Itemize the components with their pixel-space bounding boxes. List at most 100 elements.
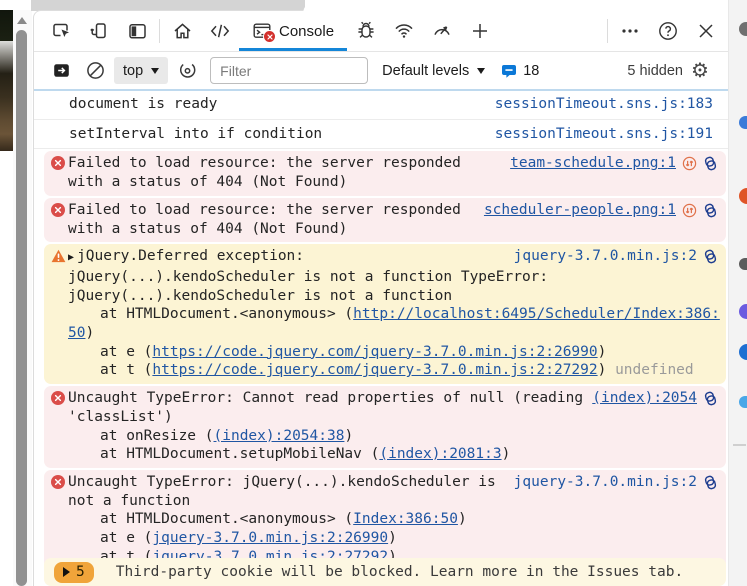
explain-in-copilot-icon[interactable]: [703, 203, 718, 218]
source-link[interactable]: (index):2054: [592, 389, 697, 408]
console-tab-label: Console: [279, 23, 334, 40]
panel-layout-button[interactable]: [118, 12, 156, 50]
console-rows: document is readysessionTimeout.sns.js:1…: [34, 90, 729, 570]
sidebar-icon-fragment: [739, 304, 747, 319]
stack-trace-link[interactable]: 50: [68, 325, 85, 341]
message-text: ): [344, 428, 353, 444]
message-text: not a function: [68, 493, 190, 509]
close-devtools-button[interactable]: [687, 12, 725, 50]
source-link[interactable]: sessionTimeout.sns.js:183: [495, 95, 713, 114]
clear-console-button[interactable]: [78, 54, 112, 88]
message-text: ): [598, 362, 615, 378]
open-in-network-icon[interactable]: [682, 156, 697, 171]
console-sidebar-toggle-button[interactable]: [44, 54, 78, 88]
message-line: 50): [68, 324, 718, 343]
message-text: Failed to load resource: the server resp…: [68, 202, 461, 218]
issues-counter[interactable]: 18: [501, 63, 539, 79]
message-text: Failed to load resource: the server resp…: [68, 155, 461, 171]
background-page-image: [0, 10, 13, 151]
source-link[interactable]: jquery-3.7.0.min.js:2: [514, 247, 697, 266]
console-error-badge: [263, 30, 276, 43]
devtools-panel: Console: [33, 10, 729, 586]
console-settings-button[interactable]: ⚙: [683, 54, 717, 88]
tab-performance[interactable]: [423, 12, 461, 50]
devtools-screenshot: Console: [0, 0, 747, 586]
collapsed-warnings-badge[interactable]: 5: [54, 562, 94, 583]
message-text: ): [458, 511, 467, 527]
filter-input[interactable]: [210, 57, 368, 84]
console-toolbar: top Default levels: [34, 52, 729, 91]
message-text: at e (: [100, 530, 152, 546]
message-text: with a status of 404 (Not Found): [68, 174, 347, 190]
message-text: jQuery(...).kendoScheduler is not a func…: [68, 288, 452, 304]
source-location: jquery-3.7.0.min.js:2: [514, 473, 718, 492]
devtools-tab-bar: Console: [34, 11, 729, 52]
tab-sources-elements[interactable]: [201, 12, 239, 50]
stack-trace-link[interactable]: jquery-3.7.0.min.js:2:26990: [152, 530, 388, 546]
console-error-message: team-schedule.png:1 Failed to load resour…: [44, 151, 726, 195]
message-text: undefined: [615, 362, 694, 378]
source-link[interactable]: sessionTimeout.sns.js:191: [495, 125, 713, 144]
tab-debugger[interactable]: [347, 12, 385, 50]
console-error-message: jquery-3.7.0.min.js:2Uncaught TypeError:…: [44, 470, 726, 571]
message-line: at e (https://code.jquery.com/jquery-3.7…: [68, 343, 718, 362]
hidden-messages-label: 5 hidden: [627, 63, 683, 79]
message-text: at HTMLDocument.setupMobileNav (: [100, 446, 379, 462]
execution-context-selector[interactable]: top: [114, 57, 168, 84]
tabbar-right-cluster: [604, 12, 729, 50]
scrollbar-thumb[interactable]: [16, 30, 27, 586]
message-line: not a function: [68, 492, 718, 511]
cookie-warning-bar: 5 Third-party cookie will be blocked. Le…: [44, 558, 726, 586]
expand-caret-icon[interactable]: ▶: [68, 252, 74, 263]
source-link[interactable]: scheduler-people.png:1: [484, 201, 676, 220]
inspect-element-button[interactable]: [42, 12, 80, 50]
stack-trace-link[interactable]: (index):2054:38: [214, 428, 345, 444]
stack-trace-link[interactable]: https://code.jquery.com/jquery-3.7.0.min…: [152, 362, 597, 378]
console-log-row: setInterval into if conditionsessionTime…: [34, 120, 729, 150]
stack-trace-link[interactable]: Index:386:50: [353, 511, 458, 527]
console-error-message: (index):2054 Uncaught TypeError: Cannot r…: [44, 386, 726, 468]
message-text: jQuery(...).kendoScheduler is not a func…: [68, 269, 548, 285]
create-live-expression-button[interactable]: [170, 54, 204, 88]
console-log-row: document is readysessionTimeout.sns.js:1…: [34, 90, 729, 120]
error-icon: [51, 391, 66, 406]
message-line: jQuery(...).kendoScheduler is not a func…: [68, 268, 718, 287]
message-text: with a status of 404 (Not Found): [68, 221, 347, 237]
stack-trace-link[interactable]: https://code.jquery.com/jquery-3.7.0.min…: [152, 344, 597, 360]
stack-trace-link[interactable]: (index):2081:3: [379, 446, 501, 462]
message-text: Uncaught TypeError: Cannot read properti…: [68, 390, 583, 406]
devtools-window-rounded-corner: [303, 0, 728, 14]
scrollbar-up-arrow-icon[interactable]: [17, 17, 27, 24]
explain-in-copilot-icon[interactable]: [703, 249, 718, 264]
more-options-button[interactable]: [611, 12, 649, 50]
cookie-warning-text: Third-party cookie will be blocked. Lear…: [116, 563, 683, 582]
issues-count: 18: [523, 63, 539, 79]
tab-welcome-home[interactable]: [163, 12, 201, 50]
log-levels-selector[interactable]: Default levels: [382, 63, 485, 79]
warning-icon: [51, 249, 66, 264]
toolbar-divider: [159, 19, 160, 43]
more-tabs-button[interactable]: [461, 12, 499, 50]
tab-console-active[interactable]: Console: [239, 11, 347, 51]
chevron-down-icon: [151, 68, 159, 74]
open-in-network-icon[interactable]: [682, 203, 697, 218]
explain-in-copilot-icon[interactable]: [703, 475, 718, 490]
page-scrollbar[interactable]: [13, 10, 32, 586]
message-line: with a status of 404 (Not Found): [68, 220, 718, 239]
edge-sidebar-strip: [728, 0, 747, 586]
message-text: at HTMLDocument.<anonymous> (: [100, 306, 353, 322]
sidebar-divider: [733, 444, 746, 446]
context-label: top: [123, 63, 143, 79]
message-line: with a status of 404 (Not Found): [68, 173, 718, 192]
stack-trace-link[interactable]: http://localhost:6495/Scheduler/Index:38…: [353, 306, 720, 322]
sidebar-icon-fragment: [739, 344, 747, 360]
message-text: jQuery.Deferred exception:: [77, 248, 304, 264]
device-emulation-button[interactable]: [80, 12, 118, 50]
source-link[interactable]: team-schedule.png:1: [510, 154, 676, 173]
help-button[interactable]: [649, 12, 687, 50]
tab-network[interactable]: [385, 12, 423, 50]
source-link[interactable]: jquery-3.7.0.min.js:2: [514, 473, 697, 492]
message-line: at HTMLDocument.setupMobileNav ((index):…: [68, 445, 718, 464]
explain-in-copilot-icon[interactable]: [703, 156, 718, 171]
explain-in-copilot-icon[interactable]: [703, 391, 718, 406]
